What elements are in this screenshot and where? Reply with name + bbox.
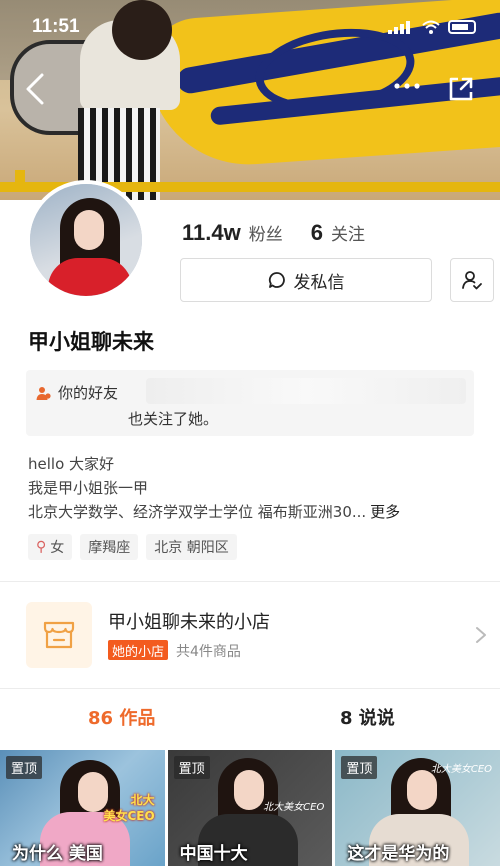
tab-posts[interactable]: 8 说说 (340, 704, 395, 730)
shop-item-count: 共4件商品 (176, 644, 241, 660)
shop-badge: 她的小店 (108, 640, 169, 660)
shop-entry[interactable]: 甲小姐聊未来的小店 她的小店 共4件商品 (0, 582, 500, 688)
video-thumbnail[interactable]: 置顶 北大 美女CEO 为什么 美国 (0, 750, 165, 866)
thumbnail-caption: 这才是华为的 (347, 844, 450, 864)
thumbnail-tag: 北大美女CEO (430, 764, 493, 775)
pinned-badge: 置顶 (173, 756, 210, 779)
zodiac-tag: 摩羯座 (80, 534, 139, 560)
shop-title: 甲小姐聊未来的小店 (108, 612, 270, 633)
signal-icon (388, 20, 414, 34)
following-label: 关注 (330, 225, 365, 245)
female-icon: ⚲ (36, 539, 47, 555)
tab-works[interactable]: 86 作品 (88, 704, 155, 730)
bio-line: 北京大学数学、经济学双学士学位 福布斯亚洲30... (28, 503, 367, 521)
following-count: 6 (310, 220, 323, 245)
status-bar: 11:51 (0, 0, 500, 44)
share-icon[interactable] (446, 74, 476, 104)
gender-tag: ⚲ 女 (28, 534, 73, 560)
thumbnail-caption: 中国十大 (179, 844, 248, 864)
follow-user-button[interactable] (450, 258, 494, 302)
followers-count: 11.4w (182, 220, 241, 245)
thumbnail-tag: 北大美女CEO (263, 802, 325, 813)
wifi-icon (422, 20, 440, 34)
profile-stats: 11.4w 粉丝 6 关注 (182, 220, 365, 246)
location-tag: 北京 朝阳区 (146, 534, 237, 560)
video-grid: 置顶 北大 美女CEO 为什么 美国 置顶 北大美女CEO 中国十大 置顶 北大… (0, 750, 500, 866)
status-time: 11:51 (32, 16, 80, 37)
friend-icon (36, 386, 51, 400)
followers-label: 粉丝 (248, 225, 283, 245)
divider (0, 688, 500, 689)
chevron-right-icon (476, 627, 486, 643)
video-thumbnail[interactable]: 置顶 北大美女CEO 中国十大 (167, 750, 333, 866)
bio-line: 我是甲小姐张一甲 (28, 479, 149, 497)
bio-line: hello 大家好 (28, 455, 115, 473)
more-options-icon[interactable] (392, 76, 422, 96)
pinned-badge: 置顶 (6, 756, 43, 779)
profile-tags: ⚲ 女 摩羯座 北京 朝阳区 (28, 534, 237, 560)
followers-stat[interactable]: 11.4w 粉丝 (182, 220, 283, 246)
avatar[interactable] (26, 180, 146, 300)
send-message-label: 发私信 (293, 272, 345, 293)
pinned-badge: 置顶 (341, 756, 378, 779)
bio-more-link[interactable]: 更多 (370, 503, 400, 521)
bio: hello 大家好 我是甲小姐张一甲 北京大学数学、经济学双学士学位 福布斯亚洲… (28, 452, 400, 524)
send-message-button[interactable]: 发私信 (180, 258, 432, 302)
thumbnail-caption: 为什么 美国 (12, 844, 103, 864)
profile-name: 甲小姐聊未来 (28, 330, 154, 354)
following-stat[interactable]: 6 关注 (311, 220, 365, 246)
blurred-friend-names (146, 378, 466, 404)
mutual-friends-notice[interactable]: 你的好友 也关注了她。 (26, 370, 474, 436)
back-arrow-icon[interactable] (22, 72, 48, 106)
user-check-icon (462, 271, 482, 290)
video-thumbnail[interactable]: 置顶 北大美女CEO 这才是华为的 (335, 750, 500, 866)
store-icon (26, 602, 92, 668)
chat-bubble-icon (268, 272, 285, 288)
friend-notice-line2: 也关注了她。 (128, 410, 219, 428)
battery-icon (448, 20, 476, 34)
thumbnail-tag: 北大 美女CEO (103, 793, 155, 823)
friend-notice-line1: 你的好友 (58, 384, 119, 402)
